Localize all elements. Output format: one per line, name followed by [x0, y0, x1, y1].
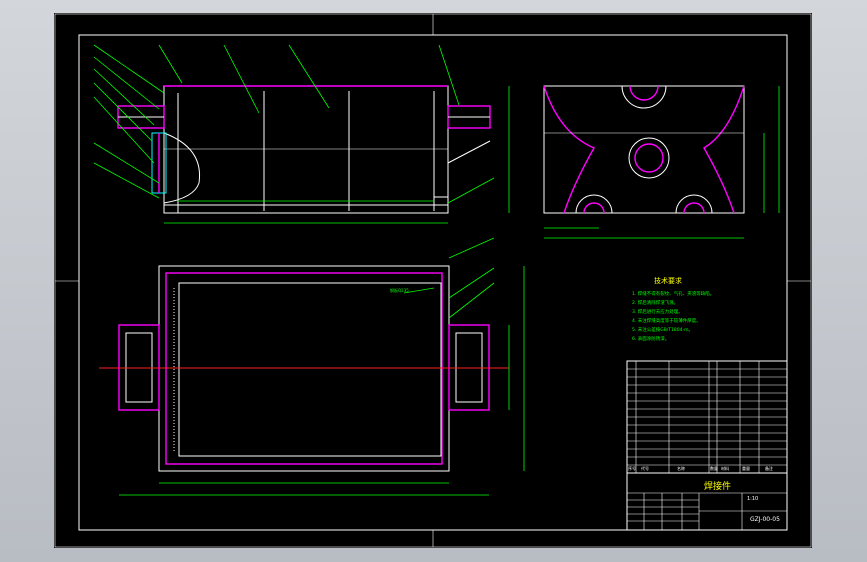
- bom-header-remark: 备注: [765, 466, 773, 471]
- tech-requirements: 技术要求 1. 焊缝不得有裂纹、气孔、夹渣等缺陷。 2. 焊后清除焊渣飞溅。 3…: [632, 276, 782, 344]
- title-block-name: 焊接件: [704, 482, 732, 492]
- side-view: [543, 85, 780, 239]
- drawing-sheet[interactable]: 技术要求 1. 焊缝不得有裂纹、气孔、夹渣等缺陷。 2. 焊后清除焊渣飞溅。 3…: [54, 13, 812, 548]
- title-block-scale: 1:10: [747, 496, 759, 502]
- bom-header-name: 名称: [677, 466, 685, 471]
- tech-req-item: 6. 表面涂防锈漆。: [632, 337, 670, 342]
- bom-header-code: 代号: [641, 466, 649, 471]
- bom-header-qty: 数量: [710, 466, 718, 471]
- cad-viewport[interactable]: 技术要求 1. 焊缝不得有裂纹、气孔、夹渣等缺陷。 2. 焊后清除焊渣飞溅。 3…: [0, 0, 867, 562]
- bom-table: [626, 360, 788, 474]
- front-view: [93, 44, 510, 224]
- tech-req-item: 1. 焊缝不得有裂纹、气孔、夹渣等缺陷。: [632, 292, 715, 297]
- bom-header-row: 序号 代号 名称 数量 材料 重量 备注: [627, 465, 787, 473]
- bom-header-no: 序号: [628, 466, 636, 471]
- tech-req-item: 2. 焊后清除焊渣飞溅。: [632, 301, 679, 306]
- tech-req-item: 5. 未注公差按GB/T1804-m。: [632, 328, 694, 333]
- top-view: [99, 237, 525, 496]
- tech-requirements-title: 技术要求: [654, 277, 682, 285]
- tech-req-item: 3. 焊后进行去应力处理。: [632, 310, 683, 315]
- bom-header-material: 材料: [721, 466, 729, 471]
- material-note: 钢板Q235: [390, 288, 409, 293]
- bom-header-weight: 重量: [742, 466, 750, 471]
- tech-req-item: 4. 未注焊缝高度等于较薄件厚度。: [632, 319, 701, 324]
- title-block-drawing-no: GZJ-00-05: [750, 516, 780, 523]
